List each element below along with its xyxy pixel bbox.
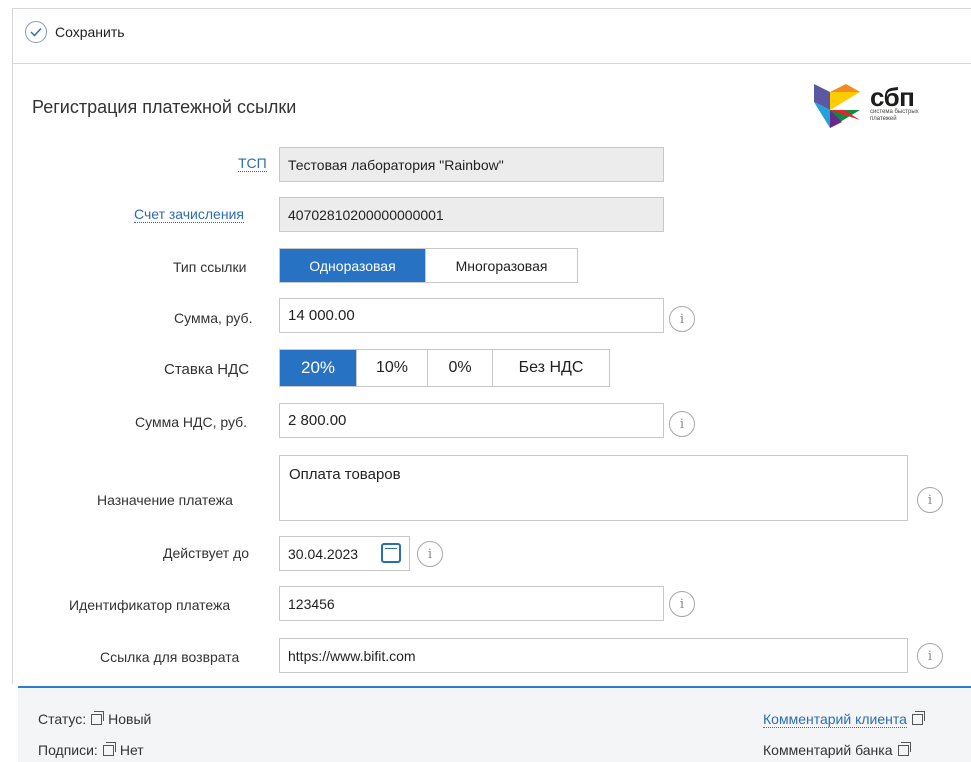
link-type-one-time[interactable]: Одноразовая — [280, 249, 426, 282]
signatures-label: Подписи: — [38, 742, 98, 758]
vat-amount-input[interactable]: 2 800.00 — [279, 403, 664, 438]
link-type-label: Тип ссылки — [173, 259, 247, 275]
vat-rate-label: Ставка НДС — [164, 361, 250, 378]
purpose-textarea[interactable]: Оплата товаров — [279, 455, 908, 521]
vat-rate-0[interactable]: 0% — [428, 350, 493, 386]
payment-id-info-icon[interactable]: i — [669, 591, 695, 617]
bank-comment-row: Комментарий банка — [763, 741, 915, 758]
vat-rate-20[interactable]: 20% — [280, 350, 357, 386]
vat-rate-selector: 20% 10% 0% Без НДС — [279, 349, 610, 387]
sbp-wordmark: сбп — [870, 82, 915, 112]
account-label-link[interactable]: Счет зачисления — [134, 206, 244, 223]
tsp-field: Тестовая лаборатория "Rainbow" — [279, 147, 664, 182]
bank-comment-label: Комментарий банка — [763, 742, 893, 758]
signatures-row: Подписи: Нет — [38, 741, 144, 758]
link-type-selector: Одноразовая Многоразовая — [279, 248, 578, 283]
purpose-label: Назначение платежа — [97, 492, 233, 508]
payment-id-label: Идентификатор платежа — [69, 597, 231, 613]
tsp-label-link[interactable]: ТСП — [238, 155, 267, 172]
sbp-logo-mark — [814, 84, 860, 128]
vat-amount-label: Сумма НДС, руб. — [135, 414, 248, 430]
save-label: Сохранить — [55, 24, 125, 40]
amount-label: Сумма, руб. — [174, 310, 253, 326]
payment-id-input[interactable]: 123456 — [279, 586, 664, 621]
status-value: Новый — [108, 711, 152, 727]
status-row: Статус: Новый — [38, 710, 152, 727]
link-type-reusable[interactable]: Многоразовая — [426, 249, 577, 282]
return-url-info-icon[interactable]: i — [917, 643, 943, 669]
purpose-info-icon[interactable]: i — [917, 487, 943, 513]
return-url-input[interactable]: https://www.bifit.com — [279, 638, 908, 673]
vat-rate-none[interactable]: Без НДС — [493, 350, 609, 386]
signatures-value: Нет — [119, 742, 144, 758]
sbp-subtitle: система быстрых платежей — [870, 109, 919, 122]
client-comment-link[interactable]: Комментарий клиента — [763, 711, 907, 728]
toolbar: Сохранить — [12, 8, 971, 64]
status-label: Статус: — [38, 711, 87, 727]
calendar-icon[interactable] — [381, 543, 401, 563]
copy-icon[interactable] — [102, 741, 116, 756]
copy-icon[interactable] — [897, 741, 911, 756]
amount-input[interactable]: 14 000.00 — [279, 298, 664, 333]
return-url-label: Ссылка для возврата — [100, 649, 240, 665]
vat-amount-info-icon[interactable]: i — [669, 411, 695, 437]
valid-until-label: Действует до — [163, 545, 250, 561]
save-button[interactable]: Сохранить — [25, 21, 125, 43]
copy-icon[interactable] — [91, 710, 105, 725]
check-icon — [25, 21, 47, 43]
copy-icon[interactable] — [911, 711, 925, 725]
vat-rate-10[interactable]: 10% — [357, 350, 428, 386]
sbp-logo: сбп система быстрых платежей — [812, 75, 934, 133]
page-title: Регистрация платежной ссылки — [32, 97, 297, 117]
amount-info-icon[interactable]: i — [669, 306, 695, 332]
account-field: 40702810200000000001 — [279, 197, 664, 232]
valid-until-info-icon[interactable]: i — [417, 541, 443, 567]
client-comment-row: Комментарий клиента — [763, 711, 929, 728]
